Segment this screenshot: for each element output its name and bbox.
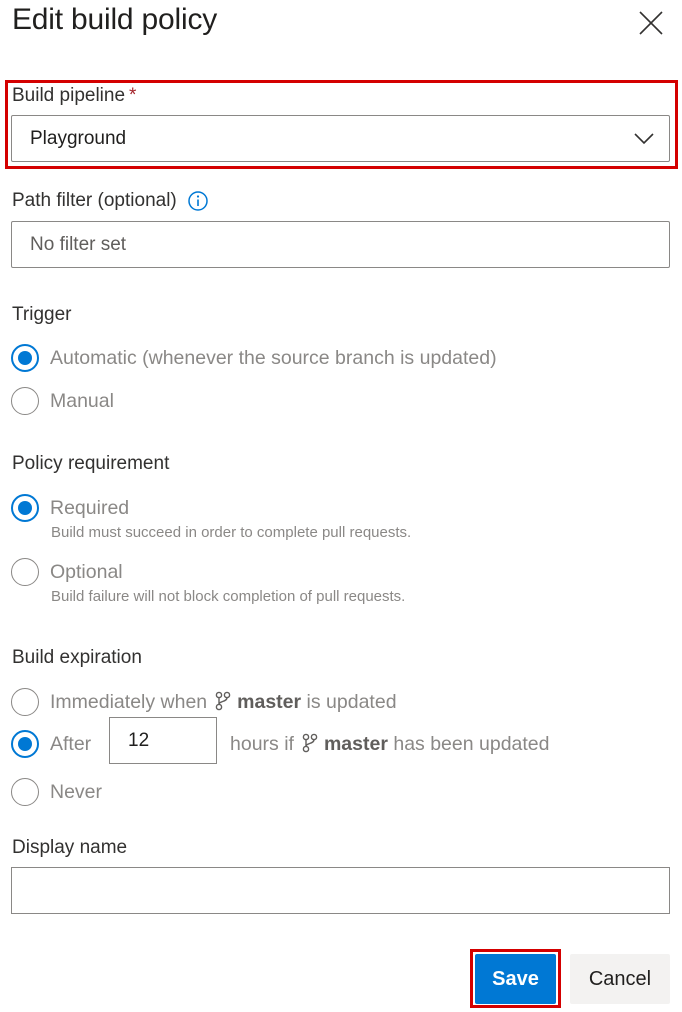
path-filter-label-row: Path filter (optional): [12, 189, 209, 213]
trigger-automatic-option[interactable]: Automatic (whenever the source branch is…: [11, 344, 497, 372]
display-name-label: Display name: [12, 837, 128, 858]
build-pipeline-dropdown[interactable]: Playground: [11, 115, 670, 162]
close-button[interactable]: [634, 6, 668, 40]
policy-optional-option[interactable]: Optional: [11, 558, 123, 586]
expiration-after-suffix: hours if master has been updated: [230, 733, 550, 755]
policy-required-radio[interactable]: [11, 494, 39, 522]
required-marker: *: [129, 85, 137, 106]
policy-optional-description: Build failure will not block completion …: [51, 588, 406, 605]
expiration-never-label: Never: [50, 781, 103, 803]
info-icon[interactable]: [187, 190, 209, 212]
policy-required-option[interactable]: Required: [11, 494, 129, 522]
expiration-immediately-option[interactable]: Immediately when master is updated: [11, 688, 397, 716]
display-name-input[interactable]: [11, 867, 670, 914]
expiration-after-radio[interactable]: [11, 730, 39, 758]
expiration-never-option[interactable]: Never: [11, 778, 102, 806]
trigger-manual-option[interactable]: Manual: [11, 387, 114, 415]
build-pipeline-label: Build pipeline *: [12, 85, 137, 106]
path-filter-label: Path filter (optional): [12, 190, 177, 211]
expiration-immediately-radio[interactable]: [11, 688, 39, 716]
cancel-button[interactable]: Cancel: [570, 954, 670, 1004]
chevron-down-icon: [634, 133, 654, 145]
build-pipeline-value: Playground: [30, 127, 127, 149]
policy-required-label: Required: [50, 497, 130, 519]
expiration-after-label: After: [50, 733, 92, 755]
close-icon: [639, 11, 663, 35]
trigger-manual-radio[interactable]: [11, 387, 39, 415]
policy-optional-label: Optional: [50, 561, 123, 583]
trigger-automatic-radio[interactable]: [11, 344, 39, 372]
policy-optional-radio[interactable]: [11, 558, 39, 586]
path-filter-input[interactable]: No filter set: [11, 221, 670, 268]
build-expiration-heading: Build expiration: [12, 647, 142, 668]
trigger-manual-label: Manual: [50, 390, 114, 412]
save-button[interactable]: Save: [475, 954, 556, 1004]
expiration-hours-value: 12: [128, 729, 150, 751]
git-branch-icon: [215, 691, 231, 711]
path-filter-placeholder: No filter set: [30, 233, 127, 255]
immediately-branch-name: master: [237, 691, 302, 713]
expiration-immediately-label: Immediately when master is updated: [50, 691, 397, 713]
git-branch-icon: [302, 733, 318, 753]
expiration-hours-input[interactable]: 12: [109, 717, 217, 764]
trigger-heading: Trigger: [12, 304, 72, 325]
policy-requirement-heading: Policy requirement: [12, 453, 170, 474]
policy-required-description: Build must succeed in order to complete …: [51, 524, 412, 541]
expiration-after-option[interactable]: After: [11, 730, 91, 758]
trigger-automatic-label: Automatic (whenever the source branch is…: [50, 347, 497, 369]
dialog-title: Edit build policy: [12, 3, 218, 36]
after-branch-name: master: [323, 733, 388, 755]
expiration-never-radio[interactable]: [11, 778, 39, 806]
